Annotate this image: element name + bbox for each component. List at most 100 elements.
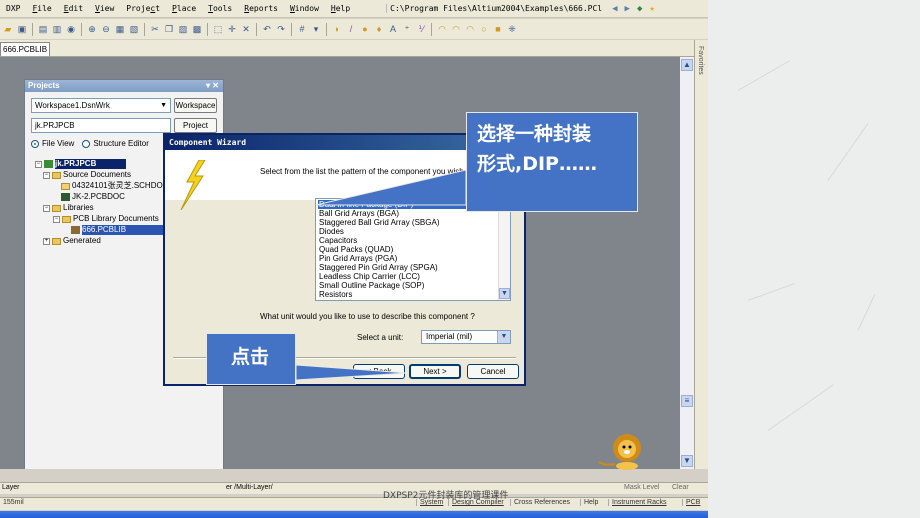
project-combo[interactable]: jk.PRJPCB	[31, 118, 171, 133]
next-button[interactable]: Next >	[409, 364, 461, 379]
place-via-icon[interactable]: ♦	[373, 23, 385, 35]
chevron-down-icon[interactable]: ▼	[497, 331, 510, 343]
multi-layer-tab[interactable]: er /Multi-Layer/	[226, 484, 273, 491]
tree-node-pcb-doc[interactable]: JK-2.PCBDOC	[61, 192, 125, 202]
place-dimension-icon[interactable]: ⅟	[415, 23, 427, 35]
list-item[interactable]: Staggered Pin Grid Array (SPGA)	[318, 263, 496, 272]
tree-node-pcb-library-documents[interactable]: − PCB Library Documents	[53, 214, 159, 224]
listbox-scrollbar[interactable]: ▼	[498, 199, 510, 300]
grid-icon[interactable]: #	[296, 23, 308, 35]
cancel-button[interactable]: Cancel	[467, 364, 519, 379]
tree-node-source-documents[interactable]: − Source Documents	[43, 170, 131, 180]
scroll-thumb[interactable]: ≡	[681, 395, 693, 407]
move-icon[interactable]: ✛	[226, 23, 238, 35]
place-pad-icon[interactable]: ●	[359, 23, 371, 35]
collapse-icon[interactable]: −	[35, 160, 42, 168]
chevron-down-icon[interactable]: ▼	[160, 99, 167, 112]
browse-icon[interactable]: ◉	[65, 23, 77, 35]
home-icon[interactable]: ◆	[637, 4, 642, 14]
open-icon[interactable]: ▰	[2, 23, 14, 35]
arc-edge-icon[interactable]: ◠	[450, 23, 462, 35]
paste-icon[interactable]: ▨	[177, 23, 189, 35]
menu-window[interactable]: Window	[284, 4, 325, 13]
tree-node-pcblib[interactable]: 666.PCBLIB	[71, 225, 167, 235]
favorites-panel-tab[interactable]: Favorites	[694, 40, 708, 469]
scroll-up-button[interactable]: ▲	[681, 59, 693, 71]
status-help[interactable]: Help	[580, 499, 601, 506]
menu-file[interactable]: File	[26, 4, 57, 13]
layer-label[interactable]: Layer	[2, 484, 20, 491]
circle-icon[interactable]: ○	[478, 23, 490, 35]
list-item[interactable]: Quad Packs (QUAD)	[318, 245, 496, 254]
list-item[interactable]: Leadless Chip Carrier (LCC)	[318, 272, 496, 281]
collapse-icon[interactable]: −	[43, 204, 50, 212]
menu-dxp[interactable]: DXP	[0, 4, 26, 13]
list-item[interactable]: Resistors	[318, 290, 496, 299]
place-line-icon[interactable]: ◗	[331, 23, 343, 35]
list-item[interactable]: Diodes	[318, 227, 496, 236]
dropdown-arrow-icon[interactable]: ▾	[310, 23, 322, 35]
project-button[interactable]: Project	[174, 118, 217, 133]
zoom-in-icon[interactable]: ⊕	[86, 23, 98, 35]
arc-any-icon[interactable]: ◠	[464, 23, 476, 35]
place-track-icon[interactable]: /	[345, 23, 357, 35]
pattern-listbox[interactable]: Dual in-line Package (DIP) Ball Grid Arr…	[315, 198, 511, 301]
arc-center-icon[interactable]: ◠	[436, 23, 448, 35]
zoom-out-icon[interactable]: ⊖	[100, 23, 112, 35]
collapse-icon[interactable]: −	[53, 215, 60, 223]
print-preview-icon[interactable]: ▥	[51, 23, 63, 35]
status-instrument-racks[interactable]: Instrument Racks	[608, 499, 669, 506]
vertical-scrollbar[interactable]: ▲ ≡ ▼	[680, 57, 694, 469]
path-text[interactable]: C:\Program Files\Altium2004\Examples\666…	[386, 4, 605, 13]
print-icon[interactable]: ▤	[37, 23, 49, 35]
structure-editor-radio[interactable]: Structure Editor	[82, 139, 149, 148]
workspace-combo[interactable]: Workspace1.DsnWrk ▼	[31, 98, 171, 113]
array-paste-icon[interactable]: ⁜	[506, 23, 518, 35]
rubber-stamp-icon[interactable]: ▩	[191, 23, 203, 35]
clear-button[interactable]: Clear	[672, 484, 689, 491]
select-area-icon[interactable]: ⬚	[212, 23, 224, 35]
list-item[interactable]: Pin Grid Arrays (PGA)	[318, 254, 496, 263]
save-icon[interactable]: ▣	[16, 23, 28, 35]
forward-nav-icon[interactable]: ▶	[625, 4, 630, 14]
tab-666-pcblib[interactable]: 666.PCBLIB	[0, 42, 51, 56]
tree-node-libraries[interactable]: − Libraries	[43, 203, 94, 213]
menu-tools[interactable]: Tools	[202, 4, 238, 13]
menu-reports[interactable]: Reports	[238, 4, 284, 13]
file-view-radio[interactable]: File View	[31, 139, 74, 148]
menu-project[interactable]: Project	[120, 4, 166, 13]
workspace-button[interactable]: Workspace	[174, 98, 217, 113]
expand-icon[interactable]: +	[43, 237, 50, 245]
menu-help[interactable]: Help	[325, 4, 356, 13]
back-nav-icon[interactable]: ◀	[612, 4, 617, 14]
zoom-fit-icon[interactable]: ▧	[128, 23, 140, 35]
cut-icon[interactable]: ✂	[149, 23, 161, 35]
redo-icon[interactable]: ↷	[275, 23, 287, 35]
undo-icon[interactable]: ↶	[261, 23, 273, 35]
menu-edit[interactable]: Edit	[58, 4, 89, 13]
favorites-star-icon[interactable]: ★	[649, 4, 654, 14]
place-string-icon[interactable]: A	[387, 23, 399, 35]
fill-icon[interactable]: ■	[492, 23, 504, 35]
unit-select[interactable]: Imperial (mil) ▼	[421, 330, 511, 344]
panel-menu-icon[interactable]: ▾ ✕	[206, 80, 219, 92]
tree-node-project[interactable]: − jk.PRJPCB	[35, 159, 127, 169]
back-button[interactable]: < Back	[353, 364, 405, 379]
chevron-down-icon[interactable]: ▼	[499, 288, 510, 299]
list-item[interactable]: Small Outline Package (SOP)	[318, 281, 496, 290]
scroll-down-button[interactable]: ▼	[681, 455, 693, 467]
menu-place[interactable]: Place	[166, 4, 202, 13]
collapse-icon[interactable]: −	[43, 171, 50, 179]
copy-icon[interactable]: ❐	[163, 23, 175, 35]
list-item[interactable]: Capacitors	[318, 236, 496, 245]
menu-view[interactable]: View	[89, 4, 120, 13]
list-item[interactable]: Staggered Ball Grid Array (SBGA)	[318, 218, 496, 227]
tree-node-sch-doc[interactable]: 04324101张灵芝.SCHDO	[61, 181, 163, 191]
tree-node-generated[interactable]: + Generated	[43, 236, 101, 246]
status-pcb[interactable]: PCB	[682, 499, 703, 506]
place-coordinate-icon[interactable]: ⁺	[401, 23, 413, 35]
deselect-icon[interactable]: ✕	[240, 23, 252, 35]
mask-level-button[interactable]: Mask Level	[624, 484, 659, 491]
status-cross-references[interactable]: Cross References	[510, 499, 573, 506]
zoom-area-icon[interactable]: ▦	[114, 23, 126, 35]
